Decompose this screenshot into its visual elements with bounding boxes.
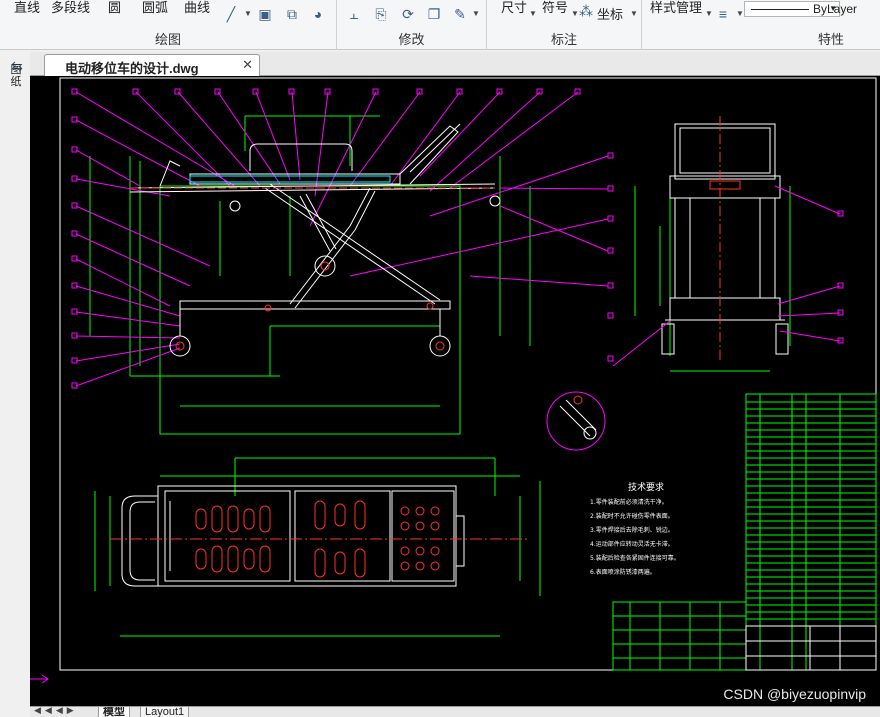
annotate-group-title: 标注 xyxy=(550,32,577,47)
tech-line-1: 1.零件装配前必须清洗干净。 xyxy=(590,498,668,506)
linetype-icon[interactable]: ≡ xyxy=(714,6,732,22)
chevron-down-icon[interactable]: ▼ xyxy=(736,9,744,18)
side-view xyxy=(71,88,614,435)
chevron-down-icon[interactable]: ▼ xyxy=(705,9,713,18)
annotate-group: 尺寸 ▼ 符号 ▼ ⁂ 坐标 ▼ 标注 xyxy=(487,0,642,50)
line-button[interactable]: 直线 xyxy=(14,0,40,16)
ribbon: 直线 多段线 圆 圆弧 曲线 ╱ ▼ ▣ ⧉ ◕ 绘图 ⫠ ⎘ ⟳ ❐ ✎ ▼ … xyxy=(0,0,880,50)
technical-requirements: 技术要求 1.零件装配前必须清洗干净。 2.装配时不允许碰伤零件表面。 3.零件… xyxy=(590,481,680,576)
chevron-down-icon[interactable]: ▼ xyxy=(244,9,252,18)
tab-layout1[interactable]: Layout1 xyxy=(140,707,190,717)
coordinate-icon[interactable]: ⁂ xyxy=(577,3,595,19)
modify-group: ⫠ ⎘ ⟳ ❐ ✎ ▼ 修改 xyxy=(337,0,487,50)
layout-tab-bar: ◀◀◀▶ 模型 Layout1 xyxy=(30,706,880,717)
top-view xyxy=(94,457,541,637)
chevron-down-icon[interactable]: ▼ xyxy=(472,9,480,18)
circle-button[interactable]: 圆 xyxy=(108,0,121,16)
detail-view xyxy=(546,391,606,451)
scale-icon[interactable]: ❐ xyxy=(425,6,443,22)
draw-group: 直线 多段线 圆 圆弧 曲线 ╱ ▼ ▣ ⧉ ◕ 绘图 xyxy=(0,0,337,50)
chevron-down-icon[interactable]: ▼ xyxy=(630,9,638,18)
chevron-down-icon[interactable]: ▼ xyxy=(529,9,537,18)
watermark: CSDN @biyezuopinvip xyxy=(723,686,866,702)
fill-icon[interactable]: ◕ xyxy=(309,6,327,22)
rectangle-icon[interactable]: ▣ xyxy=(256,6,274,22)
drawing-canvas[interactable]: 技术要求 1.零件装配前必须清洗干净。 2.装配时不允许碰伤零件表面。 3.零件… xyxy=(30,76,880,706)
tech-line-4: 4.运动部件应转动灵活无卡滞。 xyxy=(590,540,674,548)
rotate-icon[interactable]: ⟳ xyxy=(399,6,417,22)
modify-group-title: 修改 xyxy=(398,32,425,47)
properties-group-title: 特性 xyxy=(817,32,844,47)
symbol-button[interactable]: 符号 xyxy=(542,0,568,16)
tab-nav-arrows-icon[interactable]: ◀◀◀▶ xyxy=(34,707,78,716)
tech-line-3: 3.零件焊接后去除毛刺、锐边。 xyxy=(590,526,674,534)
leader-tags xyxy=(71,88,614,389)
title-block xyxy=(745,625,877,671)
tech-line-5: 5.装配后检查各紧固件连接可靠。 xyxy=(590,554,680,562)
document-tab-bar: 电动移位车的设计.dwg ✕ xyxy=(30,52,880,76)
edit-icon[interactable]: ✎ xyxy=(451,6,469,22)
tech-title: 技术要求 xyxy=(628,481,664,493)
copy-icon[interactable]: ⎘ xyxy=(372,6,390,22)
end-view xyxy=(612,116,844,372)
arc-button[interactable]: 圆弧 xyxy=(142,0,168,16)
tech-line-6: 6.表面喷涂防锈漆两遍。 xyxy=(590,568,656,576)
coordinate-button[interactable]: 坐标 xyxy=(597,4,623,23)
style-manager-button[interactable]: 样式管理 xyxy=(650,0,702,16)
tab-model[interactable]: 模型 xyxy=(98,707,130,717)
document-tab[interactable]: 电动移位车的设计.dwg ✕ xyxy=(44,54,260,76)
move-icon[interactable]: ⫠ xyxy=(345,6,363,22)
draw-group-title: 绘图 xyxy=(154,32,181,47)
chevron-down-icon: ▼ xyxy=(829,4,837,13)
left-panel: ⇆ 图纸 xyxy=(0,50,30,717)
curve-button[interactable]: 曲线 xyxy=(184,0,210,16)
polyline-button[interactable]: 多段线 xyxy=(51,0,90,16)
cad-drawing: 技术要求 1.零件装配前必须清洗干净。 2.装配时不允许碰伤零件表面。 3.零件… xyxy=(30,77,877,684)
ucs-icon xyxy=(30,674,49,684)
linetype-select[interactable]: ByLayer ▼ xyxy=(744,1,857,17)
tech-line-2: 2.装配时不允许碰伤零件表面。 xyxy=(590,512,674,520)
shapes-icon[interactable]: ⧉ xyxy=(283,6,301,22)
line-tool-icon[interactable]: ╱ xyxy=(222,6,240,22)
linetype-preview xyxy=(751,9,809,10)
close-icon[interactable]: ✕ xyxy=(242,57,253,73)
drawing-panel-label[interactable]: 图纸 xyxy=(9,64,23,88)
dimension-button[interactable]: 尺寸 xyxy=(501,0,527,16)
document-tab-title: 电动移位车的设计.dwg xyxy=(65,61,199,76)
